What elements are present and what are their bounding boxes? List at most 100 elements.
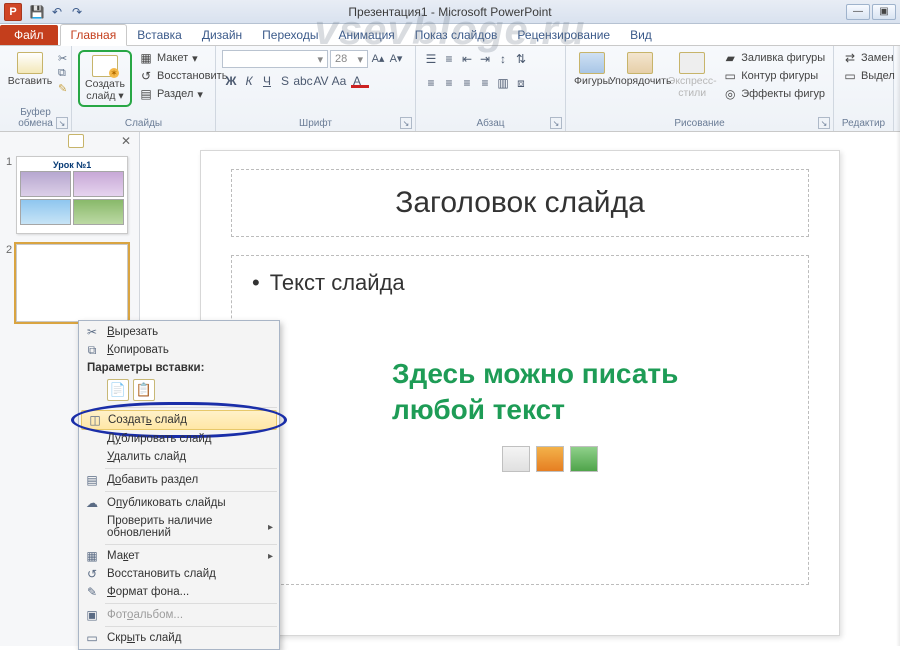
shapes-button[interactable]: Фигуры bbox=[572, 50, 612, 90]
indent-dec-icon[interactable]: ⇤ bbox=[458, 50, 476, 68]
thumbnail-2[interactable]: 2 bbox=[6, 244, 133, 322]
justify-icon[interactable]: ≡ bbox=[476, 74, 494, 92]
copy-icon[interactable]: ⧉ bbox=[58, 67, 67, 80]
font-name-combo[interactable]: ▾ bbox=[222, 50, 328, 68]
tab-design[interactable]: Дизайн bbox=[192, 25, 252, 45]
align-right-icon[interactable]: ≡ bbox=[458, 74, 476, 92]
outline-tab-icon[interactable] bbox=[68, 134, 84, 148]
tab-transitions[interactable]: Переходы bbox=[252, 25, 328, 45]
outline-icon: ▭ bbox=[723, 69, 737, 83]
numbering-icon[interactable]: ≡ bbox=[440, 50, 458, 68]
grow-font-icon[interactable]: A▴ bbox=[370, 50, 386, 66]
ctx-check-updates[interactable]: Проверить наличие обновлений bbox=[79, 512, 279, 542]
shadow-button[interactable]: abc bbox=[294, 72, 312, 90]
arrange-button[interactable]: Упорядочить bbox=[616, 50, 664, 90]
new-slide-icon: ◫ bbox=[87, 412, 103, 428]
quickstyles-button[interactable]: Экспресс-стили bbox=[668, 50, 716, 101]
title-bar: P 💾 ↶ ↷ Презентация1 - Microsoft PowerPo… bbox=[0, 0, 900, 24]
thumbnail-1[interactable]: 1 Урок №1 bbox=[6, 156, 133, 234]
replace-button[interactable]: ⇄Замен bbox=[840, 50, 898, 66]
case-button[interactable]: Aa bbox=[330, 72, 348, 90]
quickstyles-label: Экспресс-стили bbox=[668, 76, 717, 99]
tab-home[interactable]: Главная bbox=[60, 24, 128, 46]
insert-table-icon[interactable] bbox=[502, 446, 530, 472]
shape-effects-button[interactable]: ◎Эффекты фигур bbox=[720, 86, 828, 102]
group-drawing-label: Рисование bbox=[572, 116, 827, 131]
strike-button[interactable]: S bbox=[276, 72, 294, 90]
ribbon-tabs: Файл Главная Вставка Дизайн Переходы Ани… bbox=[0, 24, 900, 46]
tab-review[interactable]: Рецензирование bbox=[507, 25, 620, 45]
text-direction-icon[interactable]: ⇅ bbox=[512, 50, 530, 68]
align-left-icon[interactable]: ≡ bbox=[422, 74, 440, 92]
tab-slideshow[interactable]: Показ слайдов bbox=[405, 25, 508, 45]
underline-button[interactable]: Ч bbox=[258, 72, 276, 90]
ctx-copy[interactable]: ⧉Копировать bbox=[79, 341, 279, 359]
group-editing: ⇄Замен ▭Выдел Редактир bbox=[834, 46, 894, 131]
insert-chart-icon[interactable] bbox=[536, 446, 564, 472]
current-slide[interactable]: Заголовок слайда Текст слайда Здесь можн… bbox=[200, 150, 840, 636]
ctx-duplicate-slide[interactable]: Дублировать слайд bbox=[79, 430, 279, 448]
paragraph-dialog-launcher[interactable]: ↘ bbox=[550, 117, 562, 129]
slide-number: 1 bbox=[6, 156, 12, 234]
paste-label: Вставить bbox=[8, 76, 53, 88]
slide-number: 2 bbox=[6, 244, 12, 322]
reset-icon: ↺ bbox=[139, 69, 153, 83]
shapes-icon bbox=[579, 52, 605, 74]
paste-option-1[interactable]: 📄 bbox=[107, 379, 129, 401]
close-pane-icon[interactable]: ✕ bbox=[119, 134, 133, 148]
indent-inc-icon[interactable]: ⇥ bbox=[476, 50, 494, 68]
title-placeholder[interactable]: Заголовок слайда bbox=[231, 169, 809, 237]
tab-view[interactable]: Вид bbox=[620, 25, 662, 45]
bullets-icon[interactable]: ☰ bbox=[422, 50, 440, 68]
tab-animations[interactable]: Анимация bbox=[328, 25, 404, 45]
paste-button[interactable]: Вставить bbox=[6, 50, 54, 90]
format-painter-icon[interactable]: ✎ bbox=[58, 82, 67, 95]
drawing-dialog-launcher[interactable]: ↘ bbox=[818, 117, 830, 129]
spacing-button[interactable]: AV bbox=[312, 72, 330, 90]
restore-button[interactable]: ▣ bbox=[872, 4, 896, 20]
undo-icon[interactable]: ↶ bbox=[49, 4, 65, 20]
ctx-format-background[interactable]: ✎Формат фона... bbox=[79, 583, 279, 601]
annotation-overlay: Здесь можно писать любой текст bbox=[392, 356, 678, 429]
shape-fill-button[interactable]: ▰Заливка фигуры bbox=[720, 50, 828, 66]
ctx-reset-slide[interactable]: ↺Восстановить слайд bbox=[79, 565, 279, 583]
columns-icon[interactable]: ▥ bbox=[494, 74, 512, 92]
group-editing-label: Редактир bbox=[840, 116, 887, 131]
window-title: Презентация1 - Microsoft PowerPoint bbox=[0, 5, 900, 19]
ctx-add-section[interactable]: ▤Добавить раздел bbox=[79, 471, 279, 489]
cut-icon: ✂ bbox=[84, 324, 100, 340]
paste-option-2[interactable]: 📋 bbox=[133, 379, 155, 401]
clipboard-dialog-launcher[interactable]: ↘ bbox=[56, 117, 68, 129]
ctx-hide-slide[interactable]: ▭Скрыть слайд bbox=[79, 629, 279, 647]
save-icon[interactable]: 💾 bbox=[29, 4, 45, 20]
tab-insert[interactable]: Вставка bbox=[127, 25, 192, 45]
shrink-font-icon[interactable]: A▾ bbox=[388, 50, 404, 66]
ctx-delete-slide[interactable]: Удалить слайд bbox=[79, 448, 279, 466]
cropped-edge bbox=[896, 46, 900, 646]
shape-outline-button[interactable]: ▭Контур фигуры bbox=[720, 68, 828, 84]
ctx-cut[interactable]: ✂Вырезать bbox=[79, 323, 279, 341]
redo-icon[interactable]: ↷ bbox=[69, 4, 85, 20]
ctx-new-slide[interactable]: ◫Создать слайд bbox=[81, 410, 277, 430]
bold-button[interactable]: Ж bbox=[222, 72, 240, 90]
line-spacing-icon[interactable]: ↕ bbox=[494, 50, 512, 68]
ctx-publish-slides[interactable]: ☁Опубликовать слайды bbox=[79, 494, 279, 512]
italic-button[interactable]: К bbox=[240, 72, 258, 90]
cut-icon[interactable]: ✂ bbox=[58, 52, 67, 65]
new-slide-button[interactable]: ✶ Создать слайд ▾ bbox=[81, 53, 129, 104]
ctx-layout[interactable]: ▦Макет bbox=[79, 547, 279, 565]
replace-icon: ⇄ bbox=[843, 51, 857, 65]
minimize-button[interactable]: — bbox=[846, 4, 870, 20]
ribbon: Вставить ✂ ⧉ ✎ Буфер обмена ↘ ✶ Создать … bbox=[0, 46, 900, 132]
quickstyles-icon bbox=[679, 52, 705, 74]
content-placeholder[interactable]: Текст слайда Здесь можно писать любой те… bbox=[231, 255, 809, 585]
font-size-combo[interactable]: 28▾ bbox=[330, 50, 368, 68]
select-button[interactable]: ▭Выдел bbox=[840, 68, 898, 84]
insert-smartart-icon[interactable] bbox=[570, 446, 598, 472]
tab-file[interactable]: Файл bbox=[0, 25, 58, 45]
font-color-button[interactable]: A bbox=[348, 72, 366, 90]
align-center-icon[interactable]: ≡ bbox=[440, 74, 458, 92]
smartart-icon[interactable]: ⧈ bbox=[512, 74, 530, 92]
new-slide-highlight: ✶ Создать слайд ▾ bbox=[78, 50, 132, 107]
font-dialog-launcher[interactable]: ↘ bbox=[400, 117, 412, 129]
